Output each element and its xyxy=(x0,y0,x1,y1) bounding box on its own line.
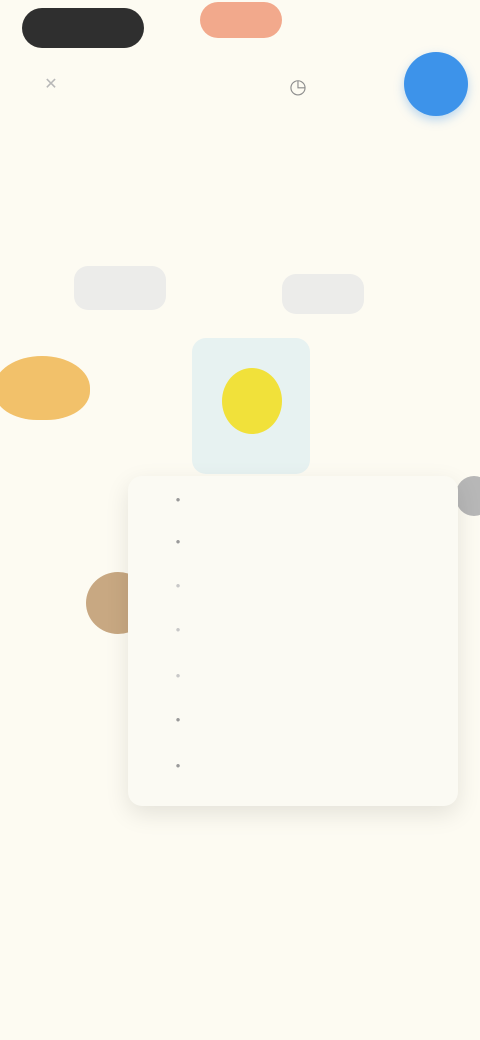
side-handle[interactable] xyxy=(456,476,480,516)
dropdown-menu: • • • • • • • xyxy=(128,476,458,806)
dot-icon: • xyxy=(175,622,181,637)
menu-item[interactable]: • xyxy=(168,662,408,690)
character-orange[interactable] xyxy=(0,356,90,420)
orange-pill-button[interactable] xyxy=(200,2,282,38)
dot-icon: • xyxy=(175,492,181,507)
dot-icon: • xyxy=(175,668,181,683)
menu-item[interactable]: • xyxy=(168,616,408,644)
dark-pill-button[interactable] xyxy=(22,8,144,48)
character-yellow[interactable] xyxy=(222,368,282,434)
dot-icon: • xyxy=(175,578,181,593)
top-right-text xyxy=(352,22,442,40)
x-icon: ✕ xyxy=(44,76,58,93)
dot-icon: • xyxy=(175,712,181,727)
stat-value xyxy=(74,266,166,310)
menu-item[interactable]: • xyxy=(168,528,408,556)
menu-item[interactable]: • xyxy=(168,752,408,780)
dot-icon: • xyxy=(175,758,181,773)
profile-circle-icon[interactable] xyxy=(404,52,468,116)
menu-item[interactable]: • xyxy=(168,486,408,514)
clock-icon[interactable]: ◷ xyxy=(284,74,312,102)
stat-value xyxy=(282,274,364,314)
menu-item[interactable]: • xyxy=(168,706,408,734)
dot-icon: • xyxy=(175,534,181,549)
menu-item[interactable]: • xyxy=(168,572,408,600)
